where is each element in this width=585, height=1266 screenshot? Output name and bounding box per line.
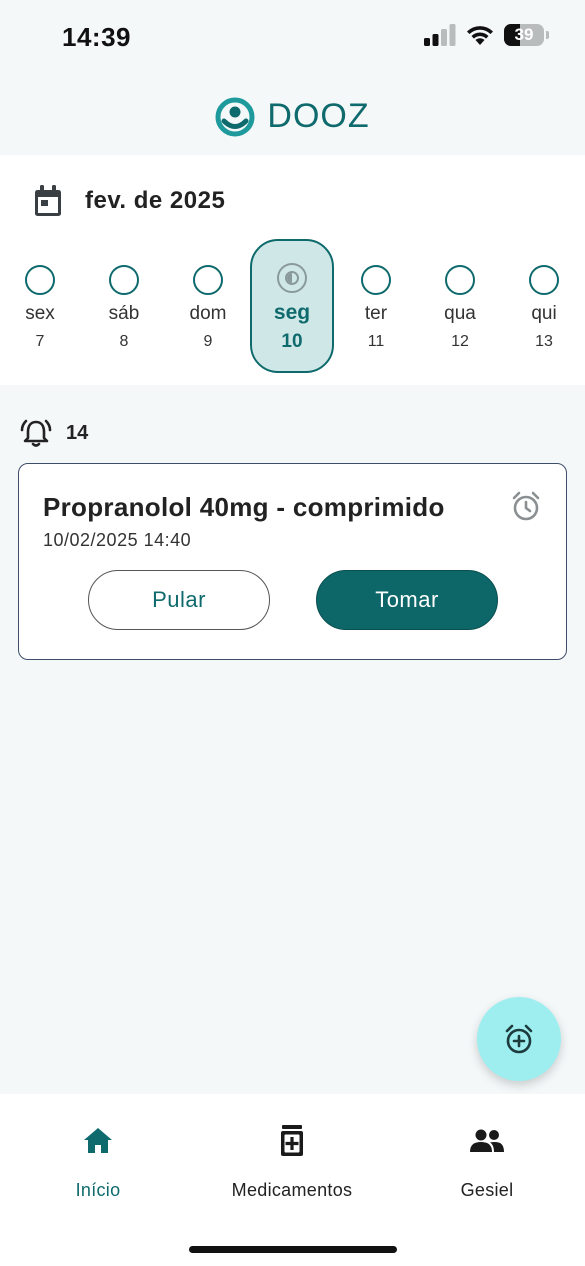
nav-item-gesiel[interactable]: Gesiel bbox=[397, 1124, 577, 1214]
day-item[interactable]: qui 13 bbox=[502, 239, 585, 373]
alarm-clock-icon bbox=[512, 491, 540, 521]
day-item[interactable]: dom 9 bbox=[166, 239, 250, 373]
day-name: qui bbox=[531, 303, 557, 324]
day-status-circle bbox=[277, 263, 307, 293]
battery-cap bbox=[546, 31, 549, 39]
day-name: sex bbox=[25, 303, 55, 324]
app-title: DOOZ bbox=[267, 97, 370, 135]
day-status-circle bbox=[445, 265, 475, 295]
home-indicator[interactable] bbox=[189, 1246, 397, 1253]
day-status-circle bbox=[529, 265, 559, 295]
add-alarm-button[interactable] bbox=[477, 997, 561, 1081]
nav-label-medicamentos: Medicamentos bbox=[231, 1180, 353, 1200]
skip-button[interactable]: Pular bbox=[88, 570, 270, 630]
day-name: qua bbox=[444, 303, 476, 324]
day-item[interactable]: sáb 8 bbox=[82, 239, 166, 373]
medication-title: Propranolol 40mg - comprimido bbox=[43, 492, 445, 522]
nav-item-medicamentos[interactable]: Medicamentos bbox=[202, 1124, 382, 1214]
alarm-count: 14 bbox=[66, 421, 89, 444]
day-number: 12 bbox=[451, 333, 469, 350]
bottom-navigation: Início Medicamentos Gesiel bbox=[0, 1094, 585, 1266]
day-item[interactable]: ter 11 bbox=[334, 239, 418, 373]
nav-item-inicio[interactable]: Início bbox=[8, 1124, 188, 1214]
alarm-count-row: 14 bbox=[20, 418, 88, 448]
month-label: fev. de 2025 bbox=[85, 187, 226, 214]
medication-icon bbox=[280, 1124, 304, 1158]
people-icon bbox=[469, 1124, 505, 1158]
day-status-circle bbox=[193, 265, 223, 295]
add-alarm-icon bbox=[505, 1024, 533, 1054]
battery-level: 39 bbox=[514, 25, 534, 44]
medication-datetime: 10/02/2025 14:40 bbox=[43, 530, 192, 550]
alarm-bell-icon bbox=[20, 419, 52, 447]
battery-icon: 39 bbox=[504, 24, 544, 46]
week-calendar: fev. de 2025 sex 7 sáb 8 dom 9 seg 10 te… bbox=[0, 155, 585, 385]
home-icon bbox=[82, 1124, 114, 1158]
day-name: dom bbox=[189, 303, 227, 324]
day-name: sáb bbox=[108, 303, 140, 324]
day-number: 10 bbox=[281, 331, 303, 352]
signal-icon bbox=[424, 24, 456, 46]
medication-card[interactable]: Propranolol 40mg - comprimido 10/02/2025… bbox=[18, 463, 567, 660]
partial-status-icon bbox=[285, 271, 299, 285]
day-number: 8 bbox=[119, 333, 129, 350]
dooz-logo-icon bbox=[215, 97, 255, 136]
month-row: fev. de 2025 bbox=[33, 185, 225, 217]
day-status-circle bbox=[109, 265, 139, 295]
app-header: DOOZ bbox=[0, 78, 585, 155]
day-item[interactable]: sex 7 bbox=[0, 239, 82, 373]
nav-label-gesiel: Gesiel bbox=[460, 1180, 514, 1200]
status-icons: 39 bbox=[424, 24, 549, 46]
day-number: 13 bbox=[535, 333, 553, 350]
day-number: 9 bbox=[203, 333, 213, 350]
wifi-icon bbox=[467, 26, 493, 45]
battery-indicator: 39 bbox=[504, 24, 549, 46]
status-bar: 14:39 39 bbox=[0, 0, 585, 78]
day-name: ter bbox=[364, 303, 388, 324]
day-number: 11 bbox=[367, 333, 385, 350]
day-strip: sex 7 sáb 8 dom 9 seg 10 ter 11 qua 12 q… bbox=[0, 239, 585, 373]
day-item-selected[interactable]: seg 10 bbox=[250, 239, 334, 373]
calendar-icon[interactable] bbox=[33, 185, 63, 217]
nav-label-inicio: Início bbox=[75, 1180, 121, 1200]
day-status-circle bbox=[361, 265, 391, 295]
take-button[interactable]: Tomar bbox=[316, 570, 498, 630]
day-item[interactable]: qua 12 bbox=[418, 239, 502, 373]
day-number: 7 bbox=[35, 333, 45, 350]
day-name: seg bbox=[273, 301, 311, 324]
status-time: 14:39 bbox=[62, 22, 131, 52]
day-status-circle bbox=[25, 265, 55, 295]
